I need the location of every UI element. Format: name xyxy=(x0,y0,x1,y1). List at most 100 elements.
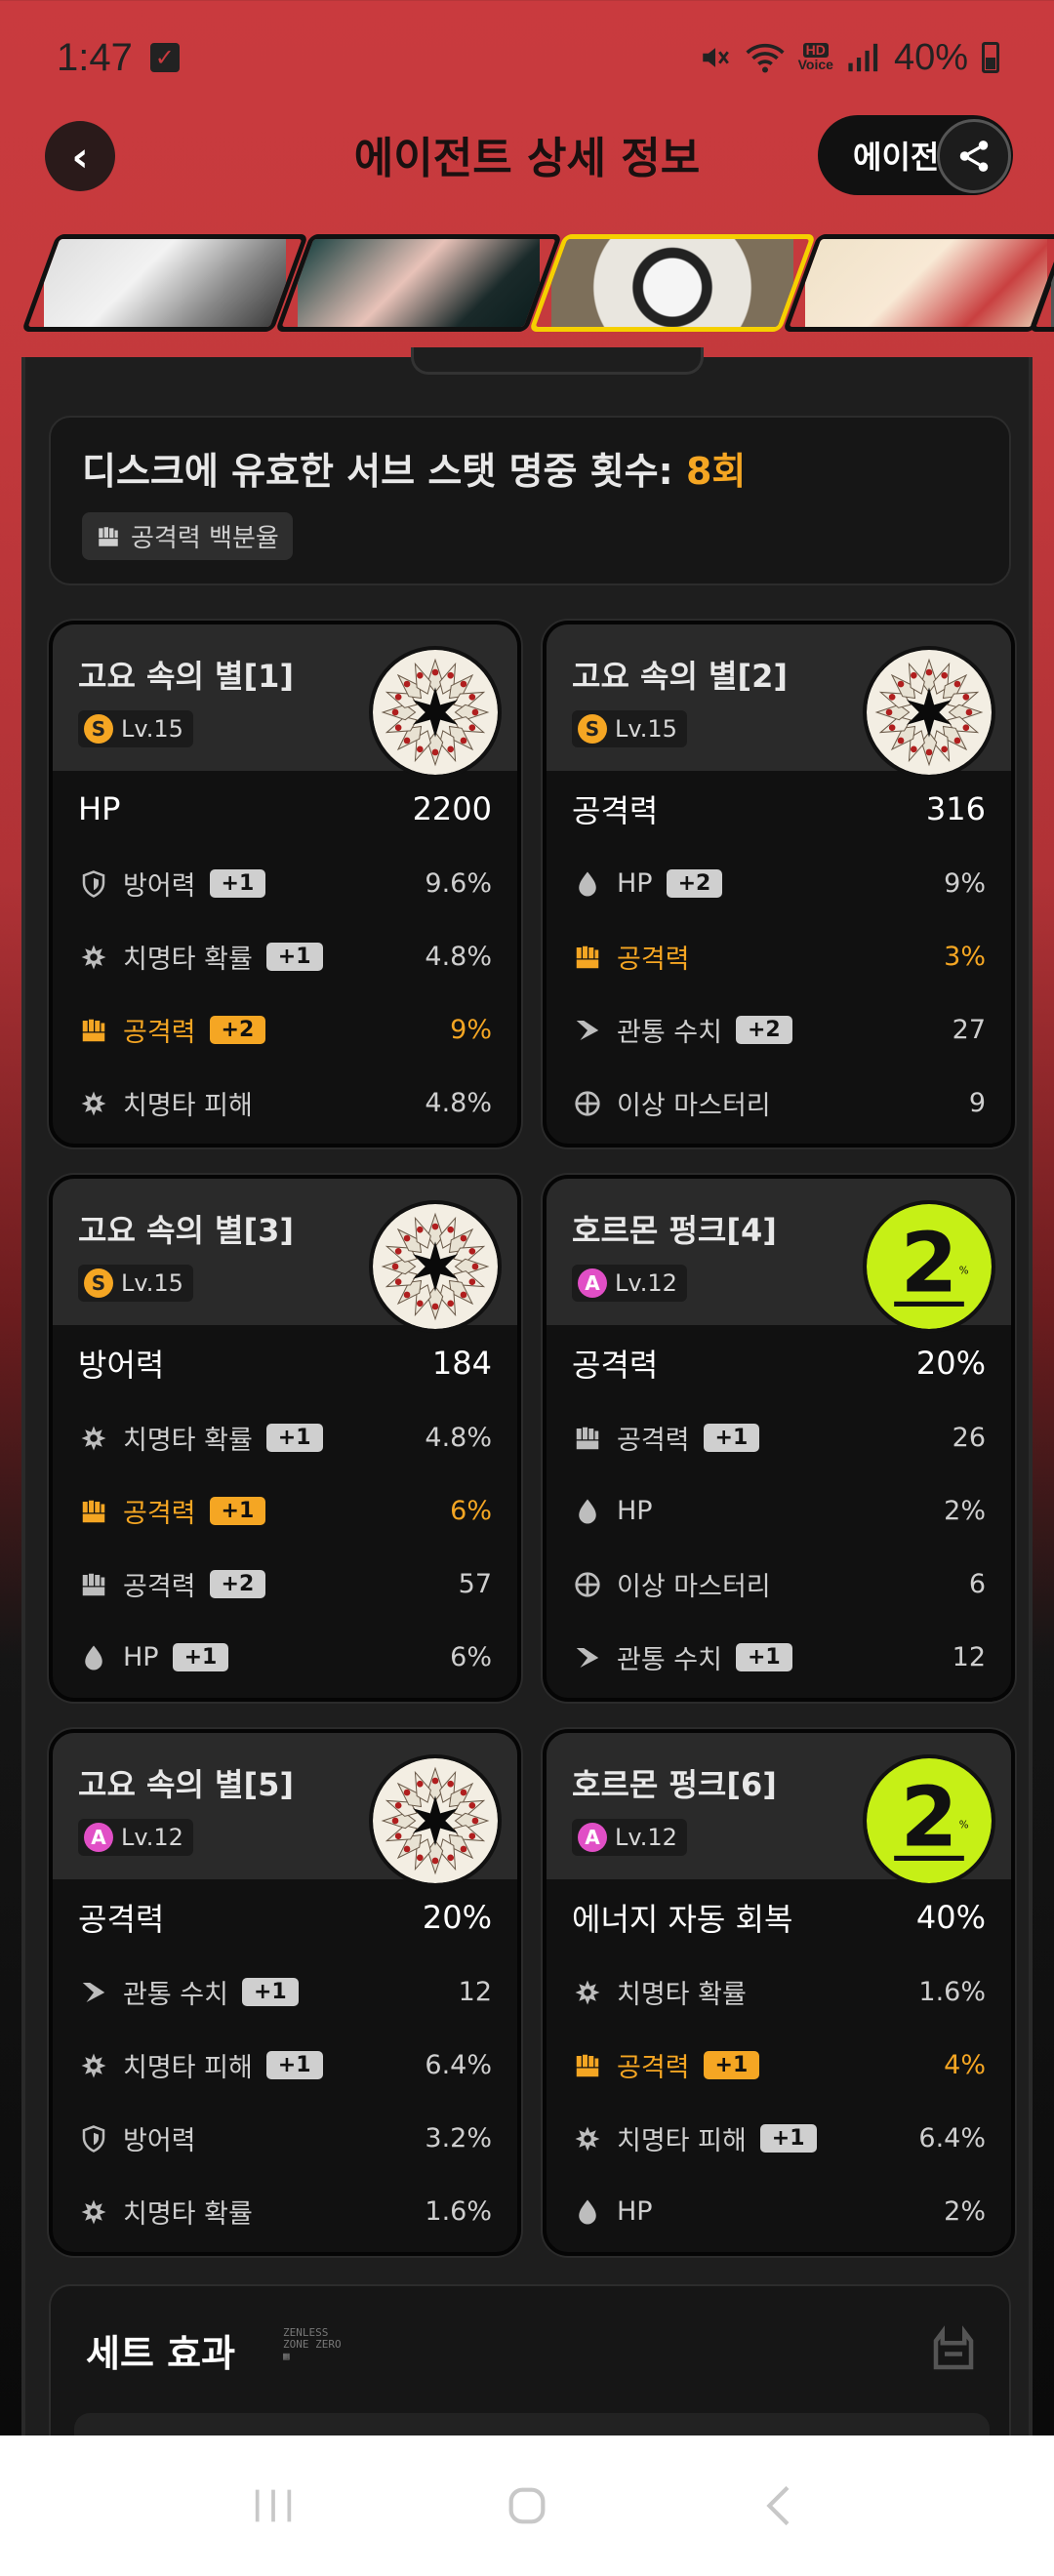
disc-level: A Lv.12 xyxy=(572,1265,687,1302)
crit-icon xyxy=(78,2196,109,2228)
substat-value: 9% xyxy=(944,868,986,899)
substat-label: HP xyxy=(617,2196,653,2227)
svg-text:2: 2 xyxy=(901,1770,958,1866)
main-stat-row: 방어력 184 xyxy=(53,1325,517,1401)
rank-s-icon: S xyxy=(578,714,607,744)
anomaly-icon xyxy=(572,1569,603,1600)
drop-icon xyxy=(572,2196,603,2228)
signal-icon xyxy=(848,43,878,72)
nav-back-button[interactable] xyxy=(742,2467,820,2545)
substat-roll-badge: +1 xyxy=(265,2051,323,2079)
substat-label: HP xyxy=(617,868,653,899)
substat-roll-badge: +2 xyxy=(209,1016,266,1044)
disc-card-4[interactable]: 호르몬 펑크[4] A Lv.12 2% 공격력 20% 공격력 +1 26 HP 2% 이상 마스터… xyxy=(543,1175,1015,1702)
substat-label: 관통 수치 xyxy=(617,1645,722,1675)
main-stat-row: HP 2200 xyxy=(53,771,517,847)
main-stat-value: 316 xyxy=(925,790,986,827)
substat-value: 4% xyxy=(944,2050,986,2080)
silent-star-disc-icon xyxy=(369,646,502,779)
substat-row: 이상 마스터리 9 xyxy=(547,1067,1011,1140)
svg-text:%: % xyxy=(959,1266,969,1277)
substat-value: 4.8% xyxy=(425,1088,492,1118)
disc-card-2[interactable]: 고요 속의 별[2] S Lv.15 공격력 316 HP +2 9% 공격력 3% 관통 수치 +2… xyxy=(543,621,1015,1147)
pierce-icon xyxy=(572,1642,603,1673)
disc-header: 고요 속의 별[2] S Lv.15 xyxy=(547,624,1011,779)
system-nav-bar xyxy=(0,2435,1054,2576)
home-button[interactable] xyxy=(488,2467,566,2545)
substat-label: 공격력 xyxy=(123,1499,196,1529)
disc-card-1[interactable]: 고요 속의 별[1] S Lv.15 HP 2200 방어력 +1 9.6% 치명타 확률 +1 4… xyxy=(49,621,521,1147)
battery-icon xyxy=(982,42,999,73)
silent-star-disc-icon xyxy=(863,646,995,779)
substat-label: 공격력 xyxy=(617,1426,690,1456)
substat-label: 관통 수치 xyxy=(123,1980,228,2010)
substat-row: HP +1 6% xyxy=(53,1621,517,1694)
nav-back-icon xyxy=(766,2485,790,2526)
fist-icon xyxy=(572,942,603,973)
substat-label: HP xyxy=(617,1496,653,1526)
substat-label: 이상 마스터리 xyxy=(617,1091,771,1121)
substat-value: 12 xyxy=(458,1977,492,2007)
status-time: 1:47 xyxy=(57,35,133,79)
substat-value: 6.4% xyxy=(425,2050,492,2080)
substat-value: 4.8% xyxy=(425,942,492,972)
substat-roll-badge: +2 xyxy=(666,869,723,898)
substat-value: 57 xyxy=(458,1569,492,1599)
rank-a-icon: A xyxy=(578,1823,607,1852)
app-header: ‹ 에이전트 상세 정보 에이전 xyxy=(0,115,1054,242)
substat-roll-badge: +1 xyxy=(703,1424,760,1452)
disc-level: S Lv.15 xyxy=(572,710,687,747)
disc-level: A Lv.12 xyxy=(78,1819,193,1856)
substat-label: 방어력 xyxy=(123,871,196,902)
disc-header: 고요 속의 별[1] S Lv.15 xyxy=(53,624,517,779)
agent-portrait-3-selected[interactable] xyxy=(528,234,817,332)
substat-label: 치명타 피해 xyxy=(617,2126,747,2156)
fist-icon xyxy=(78,1015,109,1046)
fist-icon xyxy=(78,1569,109,1600)
drop-icon xyxy=(572,868,603,900)
mute-icon xyxy=(702,48,729,67)
substat-value: 27 xyxy=(952,1015,986,1045)
main-stat-value: 20% xyxy=(422,1899,492,1936)
disc-card-3[interactable]: 고요 속의 별[3] S Lv.15 방어력 184 치명타 확률 +1 4.8% 공격력 +1 6… xyxy=(49,1175,521,1702)
hd-voice-icon: HD Voice xyxy=(797,42,833,72)
status-icons: HD Voice 40% xyxy=(699,37,999,79)
substat-value: 3.2% xyxy=(425,2123,492,2153)
anomaly-icon xyxy=(572,1088,603,1119)
shield-icon xyxy=(78,868,109,900)
disc-header: 고요 속의 별[3] S Lv.15 xyxy=(53,1179,517,1333)
substat-roll-badge: +1 xyxy=(172,1643,229,1671)
substat-row: 관통 수치 +2 27 xyxy=(547,993,1011,1067)
silent-star-disc-icon xyxy=(369,1200,502,1333)
main-stat-row: 공격력 316 xyxy=(547,771,1011,847)
substat-row: 공격력 +1 6% xyxy=(53,1474,517,1548)
share-button[interactable] xyxy=(937,119,1011,193)
substat-label: 관통 수치 xyxy=(617,1018,722,1048)
rank-s-icon: S xyxy=(84,1268,113,1298)
agent-portrait-2[interactable] xyxy=(274,234,563,332)
disc-card-5[interactable]: 고요 속의 별[5] A Lv.12 공격력 20% 관통 수치 +1 12 치명타 피해 +1 6… xyxy=(49,1729,521,2256)
hormone-punk-disc-icon: 2% xyxy=(863,1200,995,1333)
substat-label: 공격력 xyxy=(617,2053,690,2083)
substat-value: 9.6% xyxy=(425,868,492,899)
substat-label: 치명타 확률 xyxy=(123,945,253,975)
agent-portrait-4[interactable] xyxy=(782,234,1054,332)
substat-label: 공격력 xyxy=(123,1572,196,1602)
substat-label: 공격력 xyxy=(123,1018,196,1048)
rank-a-icon: A xyxy=(84,1823,113,1852)
wifi-icon xyxy=(746,43,785,73)
substat-value: 12 xyxy=(952,1642,986,1672)
substat-value: 6 xyxy=(968,1569,986,1599)
main-stat-row: 공격력 20% xyxy=(53,1879,517,1955)
substat-value: 6.4% xyxy=(918,2123,986,2153)
disc-card-6[interactable]: 호르몬 펑크[6] A Lv.12 2% 에너지 자동 회복 40% 치명타 확률 1.6% 공… xyxy=(543,1729,1015,2256)
panel-tab-handle xyxy=(411,347,704,375)
substat-hits-count: 8회 xyxy=(685,450,747,493)
agent-portrait-1[interactable] xyxy=(20,234,309,332)
recent-apps-button[interactable] xyxy=(234,2467,312,2545)
substat-roll-badge: +1 xyxy=(265,1424,323,1452)
substat-roll-badge: +2 xyxy=(735,1016,792,1044)
crit-icon xyxy=(572,1977,603,2008)
substat-tag: 공격력 백분율 xyxy=(82,512,293,560)
substat-row: 치명타 확률 +1 4.8% xyxy=(53,1401,517,1474)
